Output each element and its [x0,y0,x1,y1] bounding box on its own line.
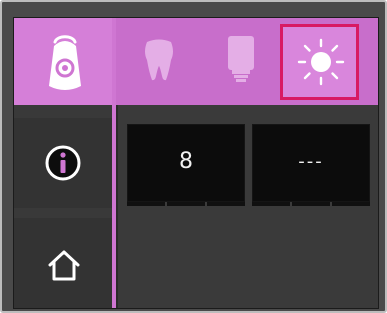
tab-light[interactable] [280,24,359,100]
tab-tooth[interactable] [116,18,200,105]
base-segment [167,202,205,206]
info-icon [45,145,81,181]
light-sun-icon [297,38,345,86]
display-value: 8 [179,149,193,174]
base-segment [252,202,290,206]
sidebar-item-home[interactable] [14,218,112,308]
touch-screen: 8 --- [13,17,379,309]
base-segment [332,202,370,206]
sidebar-item-info[interactable] [14,118,112,208]
home-icon [48,250,80,281]
base-segment [127,202,165,206]
display-2-base [252,202,370,206]
tooth-icon [145,39,173,81]
display-value: --- [298,151,324,172]
value-display-1: 8 [127,124,245,202]
material-tube-icon [228,36,254,82]
tab-material[interactable] [200,18,280,105]
curing-light-device-icon [49,35,81,90]
base-segment [207,202,245,206]
device-bezel: 8 --- [0,0,387,313]
display-1-base [127,202,245,206]
base-segment [292,202,330,206]
sidebar-item-device[interactable] [14,18,112,105]
value-display-2: --- [252,124,370,202]
